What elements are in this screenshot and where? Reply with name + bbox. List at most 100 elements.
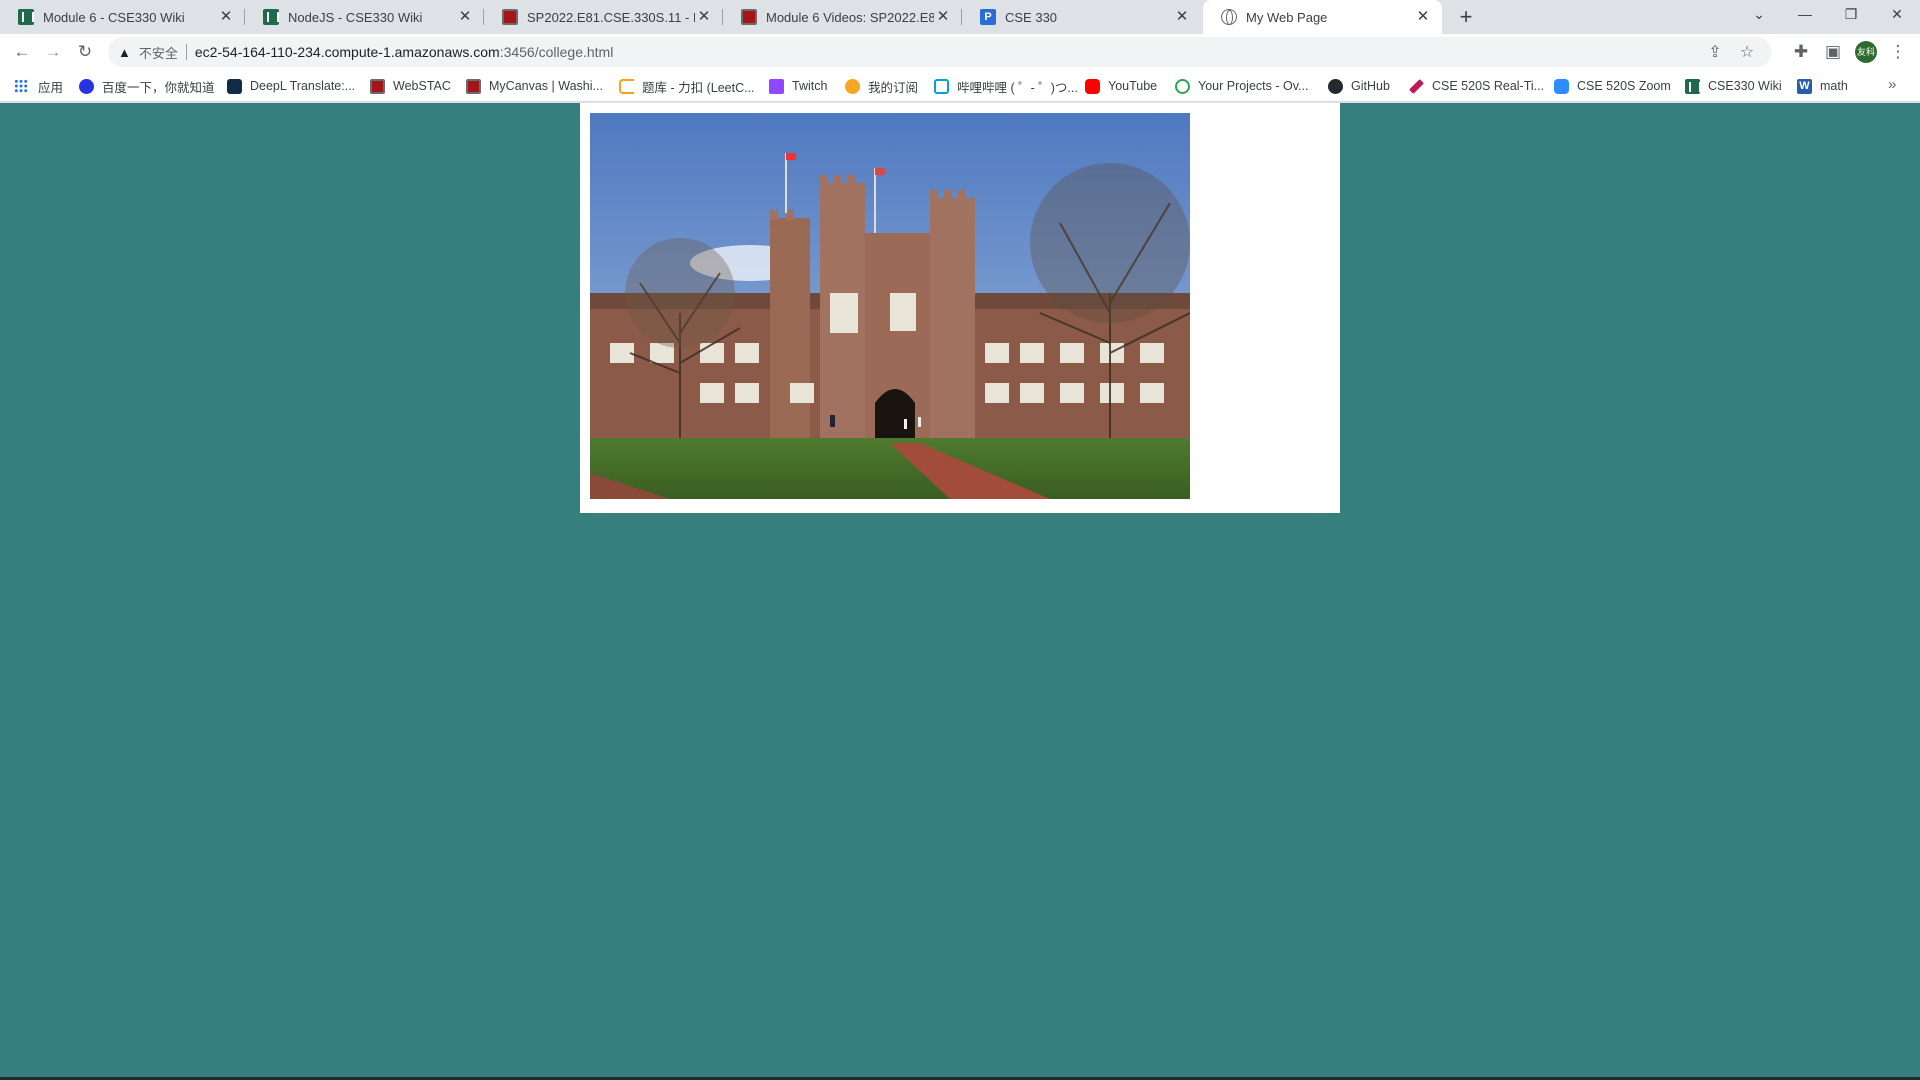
bookmark-label: GitHub [1351,79,1390,93]
college-building-photo [590,113,1190,499]
tab-module6-videos[interactable]: Module 6 Videos: SP2022.E81. ✕ [723,0,962,34]
subscription-icon [845,78,860,94]
tab-cse330[interactable]: P CSE 330 ✕ [962,0,1201,34]
tab-my-web-page[interactable]: My Web Page ✕ [1203,0,1442,34]
bookmark-label: CSE 520S Zoom [1577,79,1671,93]
share-icon[interactable]: ⇪ [1704,42,1726,62]
tab-title: Module 6 - CSE330 Wiki [43,9,185,25]
twitch-icon [769,78,784,94]
address-divider [185,44,187,60]
github-icon [1328,78,1343,94]
baidu-icon [79,78,94,94]
bookmark-label: 我的订阅 [868,80,919,95]
overleaf-icon [1175,78,1190,94]
wustl-icon [502,9,518,25]
wustl-icon [741,9,757,25]
bookmark-label: DeepL Translate:... [250,79,356,93]
bookmark-label: Twitch [792,79,828,93]
browser-toolbar: ← → ↻ ▲ 不安全 ec2-54-164-110-234.compute-1… [0,34,1920,70]
tab-title: NodeJS - CSE330 Wiki [288,9,423,25]
bookmark-youtube[interactable]: YouTube [1085,70,1157,102]
star-icon[interactable]: ☆ [1736,42,1758,62]
wustl-icon [466,78,481,94]
wiki-icon [18,9,34,25]
bookmark-label: YouTube [1108,79,1158,93]
bookmark-label: CSE330 Wiki [1708,79,1782,93]
leetcode-icon [619,78,634,94]
tab-nodejs-wiki[interactable]: NodeJS - CSE330 Wiki ✕ [245,0,484,34]
bookmark-subscriptions[interactable]: 我的订阅 [845,70,918,102]
bookmark-baidu[interactable]: 百度一下，你就知道 [79,70,215,102]
youtube-icon [1085,78,1100,94]
bookmark-label: math [1820,79,1848,93]
security-label[interactable]: 不安全 [139,43,178,62]
close-window-button[interactable]: ✕ [1874,0,1920,30]
bookmark-cse520s-zoom[interactable]: CSE 520S Zoom [1554,70,1671,102]
bookmark-github[interactable]: GitHub [1328,70,1390,102]
bookmark-cse520s-realtime[interactable]: CSE 520S Real-Ti... [1409,70,1544,102]
tab-title: CSE 330 [1005,9,1058,25]
pen-icon [1409,78,1424,94]
bookmark-twitch[interactable]: Twitch [769,70,827,102]
apps-grid-icon [14,79,28,93]
bookmark-deepl[interactable]: DeepL Translate:... [227,70,355,102]
bookmark-label: 题库 - 力扣 (LeetC... [642,80,755,95]
wiki-icon [263,9,279,25]
tab-title: SP2022.E81.CSE.330S.11 - Rap [527,9,695,25]
close-icon[interactable]: ✕ [695,8,713,26]
tab-search-icon[interactable]: ⌄ [1736,0,1782,30]
bookmark-mycanvas[interactable]: MyCanvas | Washi... [466,70,603,102]
minimize-button[interactable]: — [1782,0,1828,30]
page-viewport [0,103,1920,1080]
tab-title: Module 6 Videos: SP2022.E81. [766,9,934,25]
tab-canvas-course[interactable]: SP2022.E81.CSE.330S.11 - Rap ✕ [484,0,723,34]
close-icon[interactable]: ✕ [1173,8,1191,26]
bilibili-icon [934,78,949,94]
restore-button[interactable]: ❐ [1828,0,1874,30]
bookmark-label: 应用 [38,80,64,95]
avatar[interactable]: 友科 [1855,41,1877,63]
wustl-icon [370,78,385,94]
college-photo-svg [590,113,1190,499]
bookmark-leetcode[interactable]: 题库 - 力扣 (LeetC... [619,70,755,102]
deepl-icon [227,78,242,94]
bookmark-cse330-wiki[interactable]: CSE330 Wiki [1685,70,1782,102]
tab-strip: Module 6 - CSE330 Wiki ✕ NodeJS - CSE330… [0,0,1920,34]
bookmark-apps[interactable]: 应用 [14,70,63,102]
bookmark-label: CSE 520S Real-Ti... [1432,79,1545,93]
address-bar[interactable]: ▲ 不安全 ec2-54-164-110-234.compute-1.amazo… [108,37,1772,67]
url-host[interactable]: ec2-54-164-110-234.compute-1.amazonaws.c… [195,44,500,60]
side-panel-icon[interactable]: ▣ [1819,38,1847,66]
new-tab-button[interactable]: + [1453,4,1479,30]
close-icon[interactable]: ✕ [1414,8,1432,26]
tab-title: My Web Page [1246,9,1328,25]
bookmark-math[interactable]: W math [1797,70,1848,102]
menu-icon[interactable]: ⋮ [1884,38,1912,66]
back-button[interactable]: ← [8,38,36,66]
bookmark-label: MyCanvas | Washi... [489,79,603,93]
p-icon: P [980,9,996,25]
close-icon[interactable]: ✕ [934,8,952,26]
bookmark-webstac[interactable]: WebSTAC [370,70,451,102]
bookmark-overleaf[interactable]: Your Projects - Ov... [1175,70,1308,102]
bookmark-label: 哔哩哔哩 ( ゜- ゜)つ... [957,80,1078,95]
bookmark-label: WebSTAC [393,79,451,93]
warning-icon[interactable]: ▲ [118,45,131,60]
close-icon[interactable]: ✕ [456,8,474,26]
bookmark-label: Your Projects - Ov... [1198,79,1309,93]
close-icon[interactable]: ✕ [217,8,235,26]
wiki-icon [1685,78,1701,94]
bookmark-label: 百度一下，你就知道 [102,80,215,95]
content-box [580,103,1340,513]
forward-button[interactable]: → [39,38,67,66]
bookmark-bilibili[interactable]: 哔哩哔哩 ( ゜- ゜)つ... [934,70,1078,102]
tab-module6-wiki[interactable]: Module 6 - CSE330 Wiki ✕ [0,0,245,34]
globe-icon [1221,9,1237,25]
zoom-icon [1554,78,1569,94]
reload-button[interactable]: ↻ [71,38,99,66]
url-path[interactable]: :3456/college.html [500,44,614,60]
bookmarks-overflow-icon[interactable]: » [1888,70,1896,102]
extensions-icon[interactable]: ✚ [1787,38,1815,66]
math-icon: W [1797,78,1812,94]
bookmarks-bar: 应用 百度一下，你就知道 DeepL Translate:... WebSTAC… [0,70,1920,102]
